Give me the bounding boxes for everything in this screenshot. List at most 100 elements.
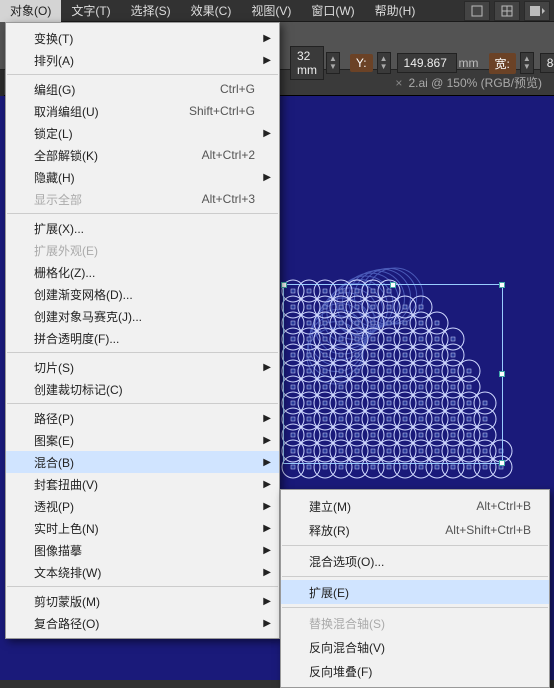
- menu-item[interactable]: 混合(B)▶: [6, 451, 279, 473]
- y-input[interactable]: 149.867: [397, 53, 457, 73]
- grid-icon: [501, 5, 513, 17]
- menu-item[interactable]: 封套扭曲(V)▶: [6, 473, 279, 495]
- truncated-value[interactable]: 32 mm: [290, 46, 324, 80]
- menu-item[interactable]: 锁定(L) ▶: [6, 122, 279, 144]
- selection-handle[interactable]: [499, 371, 505, 377]
- menu-item[interactable]: 混合选项(O)...: [281, 549, 549, 573]
- menu-item[interactable]: 创建对象马赛克(J)...: [6, 305, 279, 327]
- object-menu: 变换(T)▶排列(A)▶编组(G)Ctrl+G取消编组(U)Shift+Ctrl…: [5, 22, 280, 639]
- menu-item-label: 封套扭曲(V): [34, 476, 255, 493]
- menu-item[interactable]: 创建渐变网格(D)...: [6, 283, 279, 305]
- menu-item[interactable]: 效果(C): [181, 0, 242, 22]
- submenu-arrow-icon: ▶: [263, 413, 271, 424]
- submenu-arrow-icon: ▶: [263, 362, 271, 373]
- selection-handle[interactable]: [499, 460, 505, 466]
- menu-item[interactable]: 透视(P)▶: [6, 495, 279, 517]
- separator: [282, 576, 548, 577]
- menu-item[interactable]: 扩展(E): [281, 580, 549, 604]
- layout-icon: [529, 5, 545, 17]
- separator: [7, 403, 278, 404]
- selection-box: [283, 284, 503, 464]
- selection-handle[interactable]: [499, 282, 505, 288]
- menu-item[interactable]: 拼合透明度(F)...: [6, 327, 279, 349]
- separator: [282, 607, 548, 608]
- menu-item-label: 图像描摹: [34, 542, 255, 559]
- menu-item-label: 替换混合轴(S): [309, 615, 531, 632]
- menu-item-label: 建立(M): [309, 498, 476, 515]
- menu-item[interactable]: 路径(P) ▶: [6, 407, 279, 429]
- menu-item[interactable]: 图案(E) ▶: [6, 429, 279, 451]
- menu-item-label: 扩展(E): [309, 584, 531, 601]
- tab-grip: [0, 70, 4, 96]
- submenu-arrow-icon: ▶: [263, 33, 271, 44]
- menu-item[interactable]: 取消编组(U)Shift+Ctrl+G: [6, 100, 279, 122]
- shortcut-label: Shift+Ctrl+G: [189, 104, 255, 118]
- menu-item[interactable]: 文本绕排(W)▶: [6, 561, 279, 583]
- menu-item[interactable]: 图像描摹 ▶: [6, 539, 279, 561]
- menu-item-label: 路径(P): [34, 410, 255, 427]
- menu-item[interactable]: 排列(A) ▶: [6, 49, 279, 71]
- menu-item-label: 反向混合轴(V): [309, 639, 531, 656]
- menu-item[interactable]: 全部解锁(K)Alt+Ctrl+2: [6, 144, 279, 166]
- menu-item[interactable]: 剪切蒙版(M)▶: [6, 590, 279, 612]
- menu-item-label: 图案(E): [34, 432, 255, 449]
- menu-item-label: 隐藏(H): [34, 169, 255, 186]
- menu-item[interactable]: 建立(M)Alt+Ctrl+B: [281, 494, 549, 518]
- menu-item-label: 扩展外观(E): [34, 242, 255, 259]
- toolbar-button[interactable]: [464, 1, 490, 21]
- menu-item[interactable]: 栅格化(Z)...: [6, 261, 279, 283]
- menu-item-label: 释放(R): [309, 522, 445, 539]
- menu-item[interactable]: 反向堆叠(F): [281, 659, 549, 683]
- toolbar-button[interactable]: [494, 1, 520, 21]
- blend-submenu: 建立(M)Alt+Ctrl+B释放(R)Alt+Shift+Ctrl+B混合选项…: [280, 489, 550, 688]
- menu-item[interactable]: 选择(S): [121, 0, 181, 22]
- menu-item-label: 创建裁切标记(C): [34, 381, 255, 398]
- menu-item[interactable]: 反向混合轴(V): [281, 635, 549, 659]
- selection-handle[interactable]: [281, 282, 287, 288]
- menu-item-label: 显示全部: [34, 191, 202, 208]
- stepper-icon[interactable]: ▲▼: [520, 52, 534, 74]
- width-input[interactable]: 84.643: [540, 53, 554, 73]
- menu-item-label: 透视(P): [34, 498, 255, 515]
- shortcut-label: Alt+Ctrl+B: [476, 499, 531, 513]
- menu-item-label: 取消编组(U): [34, 103, 189, 120]
- menu-item[interactable]: 实时上色(N) ▶: [6, 517, 279, 539]
- menu-item-label: 排列(A): [34, 52, 255, 69]
- menu-item[interactable]: 帮助(H): [365, 0, 426, 22]
- menu-item[interactable]: 扩展(X)...: [6, 217, 279, 239]
- menu-item-label: 混合(B): [34, 454, 255, 471]
- submenu-arrow-icon: ▶: [263, 523, 271, 534]
- submenu-arrow-icon: ▶: [263, 435, 271, 446]
- menu-item-label: 实时上色(N): [34, 520, 255, 537]
- menu-item[interactable]: 复合路径(O)▶: [6, 612, 279, 634]
- menu-item[interactable]: 切片(S)▶: [6, 356, 279, 378]
- menu-item-label: 反向堆叠(F): [309, 663, 531, 680]
- menu-item-label: 文本绕排(W): [34, 564, 255, 581]
- menu-item-label: 剪切蒙版(M): [34, 593, 255, 610]
- menu-item: 显示全部Alt+Ctrl+3: [6, 188, 279, 210]
- separator: [282, 545, 548, 546]
- shortcut-label: Ctrl+G: [220, 82, 255, 96]
- stepper-icon[interactable]: ▲▼: [377, 52, 391, 74]
- menu-item[interactable]: 文字(T): [61, 0, 120, 22]
- separator: [7, 352, 278, 353]
- submenu-arrow-icon: ▶: [263, 55, 271, 66]
- menu-item[interactable]: 编组(G)Ctrl+G: [6, 78, 279, 100]
- menu-item[interactable]: 窗口(W): [301, 0, 364, 22]
- toolbar-button[interactable]: [524, 1, 550, 21]
- stepper-icon[interactable]: ▲▼: [326, 52, 340, 74]
- menu-item[interactable]: 释放(R)Alt+Shift+Ctrl+B: [281, 518, 549, 542]
- menu-item-label: 创建渐变网格(D)...: [34, 286, 255, 303]
- menu-item[interactable]: 视图(V): [241, 0, 301, 22]
- menu-item[interactable]: 对象(O): [0, 0, 61, 22]
- menu-item-label: 锁定(L): [34, 125, 255, 142]
- selection-handle[interactable]: [390, 282, 396, 288]
- menubar: 对象(O)文字(T)选择(S)效果(C)视图(V)窗口(W)帮助(H): [0, 0, 554, 22]
- menu-item[interactable]: 隐藏(H)▶: [6, 166, 279, 188]
- menu-item-label: 全部解锁(K): [34, 147, 202, 164]
- separator: [7, 74, 278, 75]
- submenu-arrow-icon: ▶: [263, 545, 271, 556]
- submenu-arrow-icon: ▶: [263, 128, 271, 139]
- menu-item[interactable]: 创建裁切标记(C): [6, 378, 279, 400]
- menu-item[interactable]: 变换(T)▶: [6, 27, 279, 49]
